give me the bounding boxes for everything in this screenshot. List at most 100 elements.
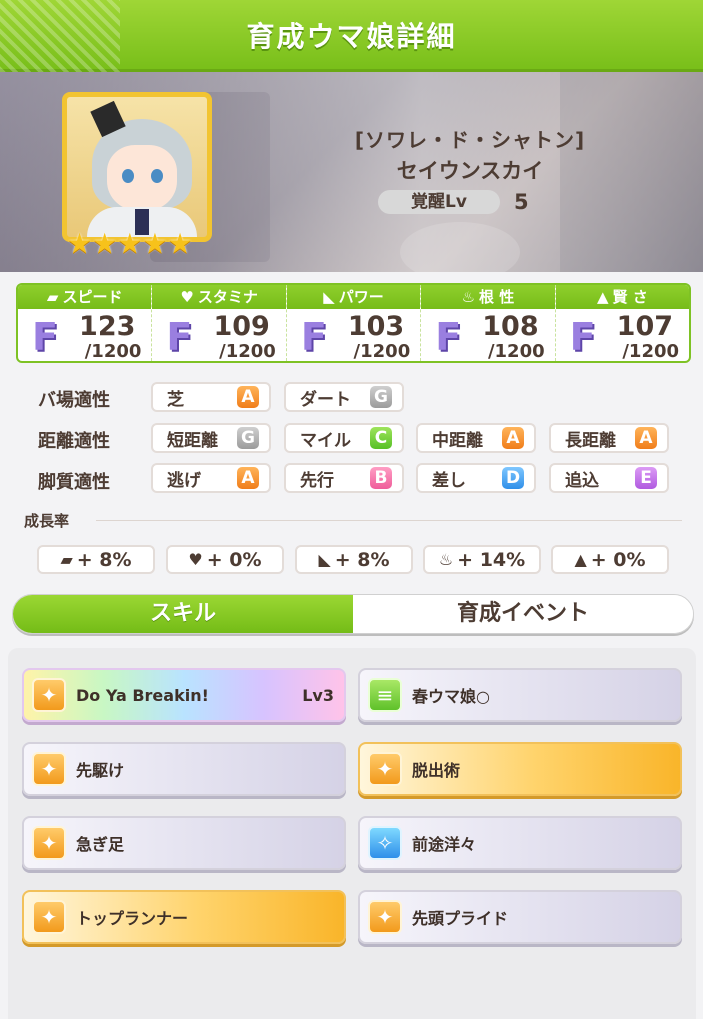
- skill-card[interactable]: ✧ 前途洋々: [358, 816, 682, 870]
- character-banner: ★ ★ ★ ★ ★ [ソワレ・ド・シャトン] セイウンスカイ 覚醒Lv 5: [0, 72, 703, 272]
- skill-name: 先駆け: [76, 761, 125, 780]
- grade-badge: A: [635, 427, 657, 449]
- running-icon: ✦: [368, 752, 402, 786]
- grade-badge: C: [370, 427, 392, 449]
- aptitude-medium: 中距離 A: [416, 423, 536, 453]
- page-title: 育成ウマ娘詳細: [246, 19, 457, 53]
- muscle-icon: ◣: [318, 550, 331, 569]
- running-icon: ✦: [32, 678, 66, 712]
- aptitude-late-surger: 差し D: [416, 463, 536, 493]
- stat-stamina: ♥ スタミナ F 109 /1200: [152, 285, 287, 362]
- graduation-cap-icon: ▲: [574, 550, 587, 569]
- skill-level: Lv3: [302, 685, 334, 705]
- aptitude-long: 長距離 A: [549, 423, 669, 453]
- stat-rank: F: [300, 315, 327, 359]
- running-icon: ✦: [32, 900, 66, 934]
- awaken-level: 覚醒Lv 5: [378, 190, 529, 214]
- skill-name: 急ぎ足: [76, 835, 125, 854]
- growth-rate-label: 成長率: [24, 512, 70, 530]
- muscle-icon: ◣: [323, 288, 335, 306]
- style-aptitude-label: 脚質適性: [38, 472, 110, 493]
- stat-max: /1200: [84, 341, 142, 362]
- growth-stamina: ♥ + 0%: [166, 545, 284, 574]
- distance-aptitude-label: 距離適性: [38, 431, 110, 452]
- skill-name: トップランナー: [76, 909, 189, 928]
- stat-value: 108: [482, 311, 539, 342]
- aptitude-front-runner: 逃げ A: [151, 463, 271, 493]
- aptitude-turf: 芝 A: [151, 382, 271, 412]
- skill-name: 脱出術: [412, 761, 461, 780]
- skill-card[interactable]: ✦ 脱出術: [358, 742, 682, 796]
- awaken-label: 覚醒Lv: [378, 190, 500, 214]
- stat-label: スピード: [62, 288, 123, 306]
- stat-label: 賢 さ: [612, 288, 648, 306]
- skill-card[interactable]: ✦ 急ぎ足: [22, 816, 346, 870]
- shoe-icon: ▰: [60, 550, 73, 569]
- skill-card[interactable]: ✦ トップランナー: [22, 890, 346, 944]
- aptitude-end-closer: 追込 E: [549, 463, 669, 493]
- grade-badge: A: [237, 386, 259, 408]
- skill-name: 春ウマ娘○: [412, 687, 490, 706]
- aptitude-pace-chaser: 先行 B: [284, 463, 404, 493]
- stat-max: /1200: [219, 341, 276, 362]
- stat-speed: ▰ スピード F 123 /1200: [18, 285, 153, 362]
- star-icon: ★: [67, 227, 93, 260]
- grade-badge: A: [237, 467, 259, 489]
- character-portrait[interactable]: [62, 92, 212, 242]
- star-icon: ★: [117, 227, 143, 260]
- flame-icon: ♨: [461, 288, 476, 306]
- skill-name: Do Ya Breakin!: [76, 685, 209, 705]
- character-info: [ソワレ・ド・シャトン] セイウンスカイ: [330, 124, 610, 185]
- stat-max: /1200: [353, 341, 411, 362]
- heart-icon: ♥: [188, 550, 203, 569]
- star-icon: ★: [167, 227, 193, 260]
- star-icon: ★: [142, 227, 168, 260]
- stat-value: 107: [616, 311, 674, 342]
- stat-value: 109: [213, 311, 270, 342]
- aptitude-mile: マイル C: [284, 423, 404, 453]
- grade-badge: B: [370, 467, 392, 489]
- skill-card[interactable]: ✦ 先頭プライド: [358, 890, 682, 944]
- running-icon: ✦: [32, 752, 66, 786]
- character-outfit-title: [ソワレ・ド・シャトン]: [354, 128, 586, 152]
- grade-badge: G: [370, 386, 392, 408]
- grade-badge: A: [502, 427, 524, 449]
- skill-card[interactable]: ≡ 春ウマ娘○: [358, 668, 682, 722]
- stat-max: /1200: [622, 341, 680, 362]
- stat-rank: F: [166, 315, 193, 359]
- season-card-icon: ≡: [368, 678, 402, 712]
- divider: [96, 520, 682, 521]
- stat-max: /1200: [487, 341, 545, 362]
- growth-speed: ▰ + 8%: [37, 545, 155, 574]
- growth-power: ◣ + 8%: [295, 545, 413, 574]
- skills-panel: ✦ Do Ya Breakin! Lv3 ≡ 春ウマ娘○ ✦ 先駆け ✦ 脱出術…: [8, 648, 696, 1019]
- running-icon: ✦: [32, 826, 66, 860]
- stat-power: ◣ パワー F 103 /1200: [286, 285, 422, 362]
- stat-value: 103: [347, 311, 405, 342]
- shoe-icon: ▰: [46, 288, 59, 306]
- flame-icon: ♨: [438, 550, 454, 569]
- stats-panel: ▰ スピード F 123 /1200 ♥ スタミナ F 109 /1200 ◣ パワー…: [16, 283, 691, 363]
- tab-bar: スキル 育成イベント: [12, 594, 694, 634]
- page-header: 育成ウマ娘詳細: [0, 0, 703, 72]
- graduation-cap-icon: ▲: [596, 288, 609, 306]
- skill-card[interactable]: ✦ 先駆け: [22, 742, 346, 796]
- heart-icon: ♥: [180, 288, 194, 306]
- skill-name: 前途洋々: [412, 835, 477, 854]
- tab-skills[interactable]: スキル: [13, 595, 353, 633]
- tab-training-events[interactable]: 育成イベント: [353, 595, 693, 633]
- growth-wisdom: ▲ + 0%: [551, 545, 669, 574]
- stat-label: スタミナ: [197, 288, 258, 306]
- aptitude-dirt: ダート G: [284, 382, 404, 412]
- growth-guts: ♨ + 14%: [423, 545, 541, 574]
- skill-card[interactable]: ✦ Do Ya Breakin! Lv3: [22, 668, 346, 722]
- star-icon: ★: [92, 227, 118, 260]
- grade-badge: G: [237, 427, 259, 449]
- stat-rank: F: [435, 315, 462, 359]
- track-aptitude-label: バ場適性: [38, 390, 110, 411]
- grade-badge: D: [502, 467, 524, 489]
- stat-rank: F: [569, 315, 596, 359]
- stat-value: 123: [79, 311, 136, 342]
- running-icon: ✦: [368, 900, 402, 934]
- awaken-value: 5: [514, 190, 529, 214]
